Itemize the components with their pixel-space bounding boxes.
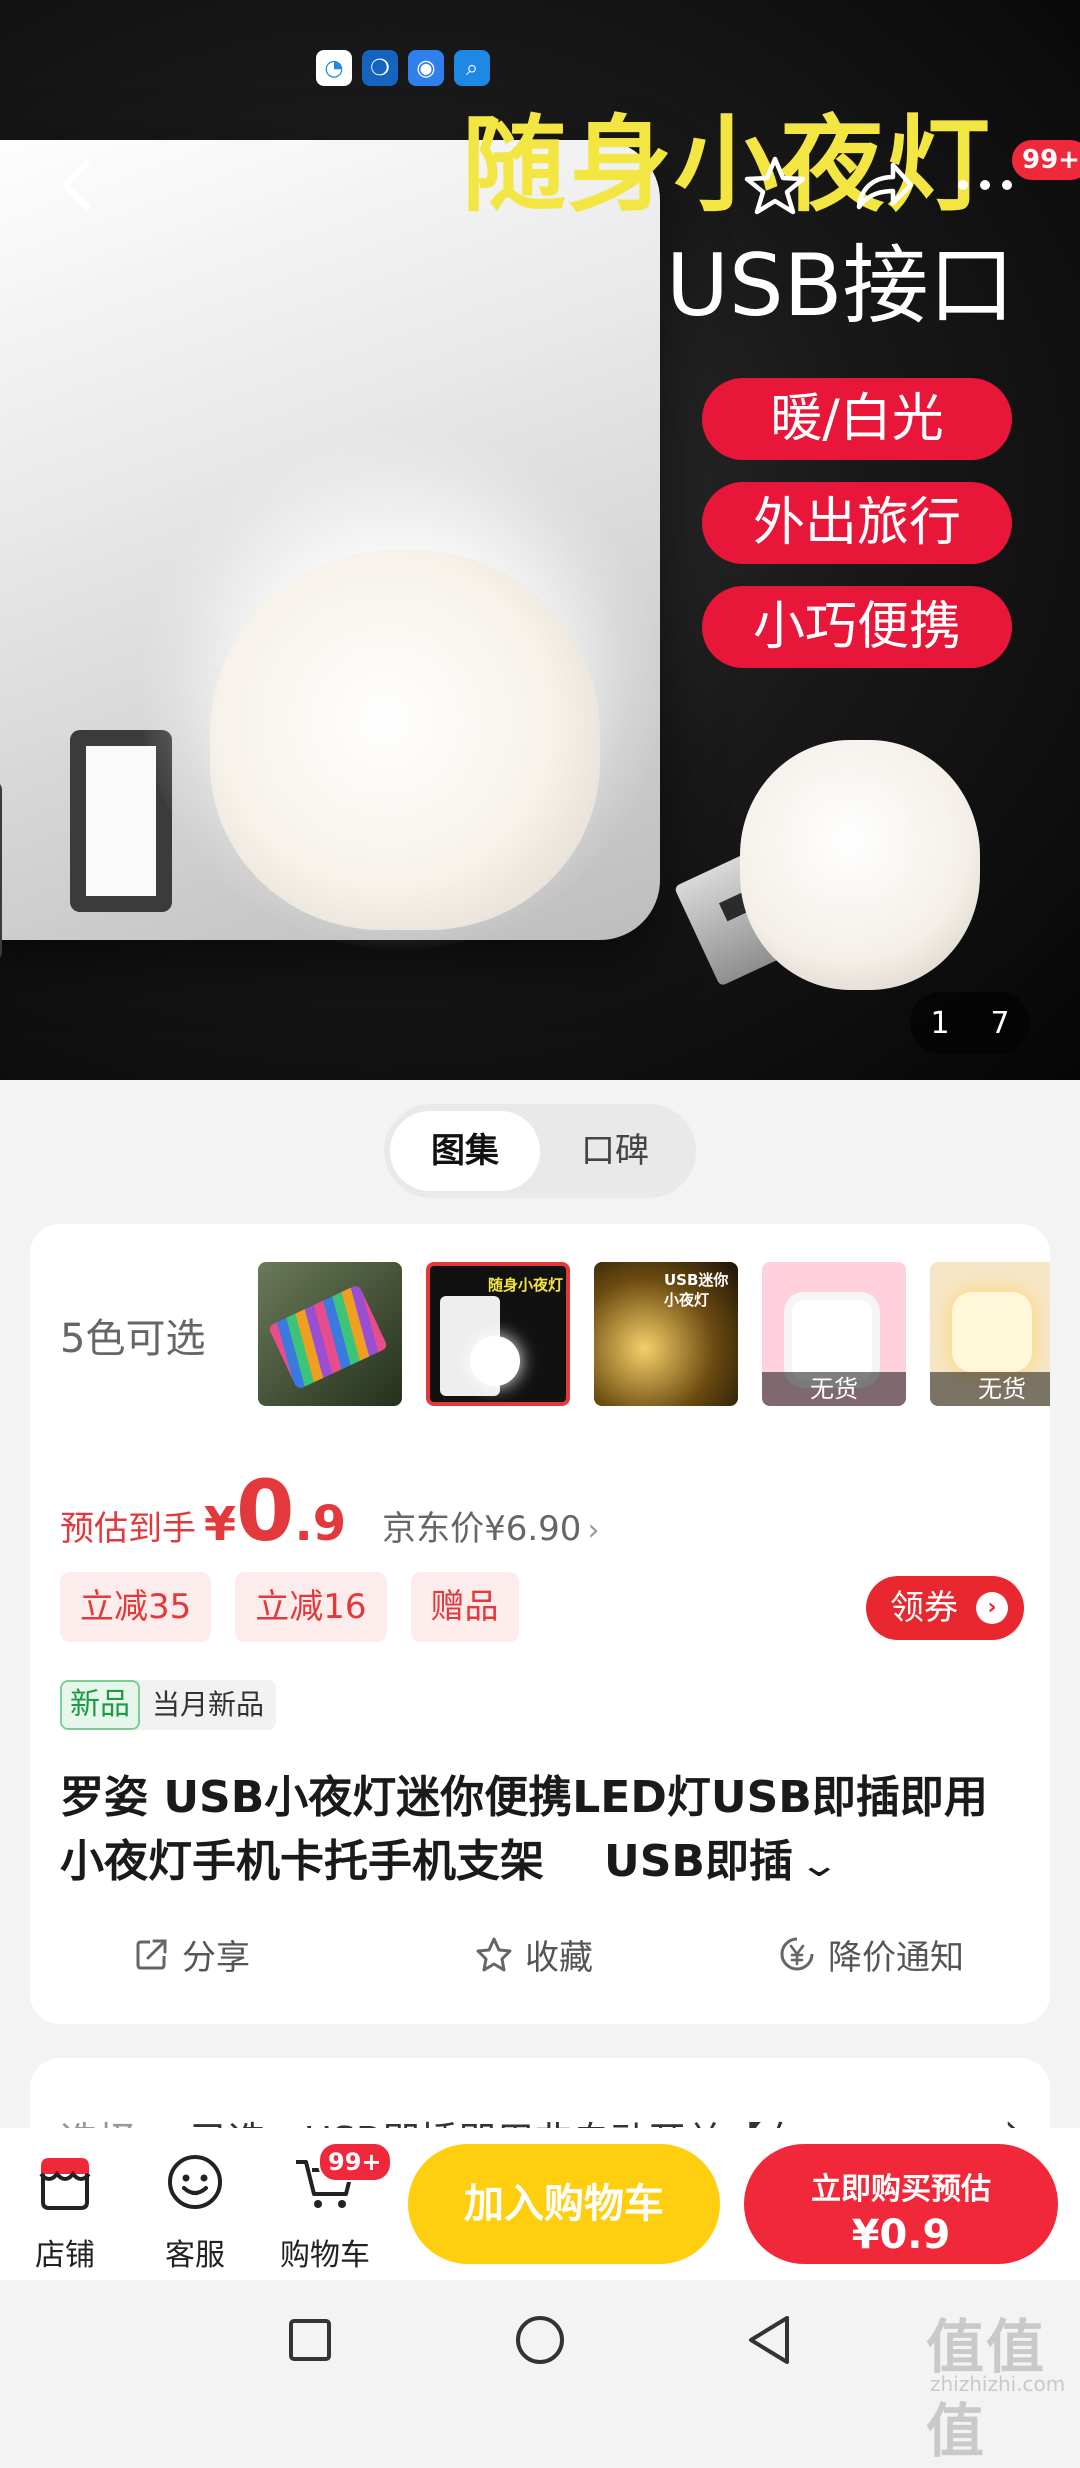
- back-nav-icon[interactable]: [740, 2310, 800, 2370]
- bottom-action-bar: 店铺 客服 购物车 99+ 加入购物车 立即购买预估 ¥0.9: [0, 2128, 1080, 2280]
- notify-label: 降价通知: [828, 1937, 964, 1978]
- cart-label: 购物车: [280, 2238, 370, 2273]
- new-product-tag: 新品 当月新品: [60, 1680, 277, 1730]
- hero-tag: 外出旅行: [702, 482, 1012, 564]
- color-thumbnails: 随身小夜灯 USB迷你 小夜灯 无货 无货: [258, 1260, 1050, 1410]
- bulb-icon: ❍: [362, 50, 398, 86]
- home-icon[interactable]: [510, 2310, 570, 2370]
- usb-port: [0, 780, 2, 962]
- coupon-tag[interactable]: 立减35: [60, 1572, 212, 1642]
- thumb-caption: USB迷你 小夜灯: [664, 1271, 729, 1309]
- star-icon: [476, 1937, 512, 1972]
- cart-count-badge: 99+: [318, 2142, 392, 2182]
- media-tab-switch: 图集 口碑: [384, 1104, 696, 1198]
- gift-tag[interactable]: 赠品: [410, 1572, 519, 1642]
- page-current: 1: [930, 1005, 950, 1041]
- sold-out-label: 无货: [930, 1372, 1050, 1406]
- store-icon: [10, 2150, 120, 2214]
- service-label: 客服: [165, 2238, 225, 2273]
- yen-circle-icon: [780, 1937, 814, 1971]
- add-to-cart-button[interactable]: 加入购物车: [408, 2144, 720, 2264]
- product-title-text: 罗姿 USB小夜灯迷你便携LED灯USB即插即用小夜灯手机卡托手机支架: [60, 1772, 988, 1887]
- page-total: 7: [990, 1005, 1010, 1041]
- watermark-url: zhizhizhi.com: [930, 2372, 1066, 2396]
- estimated-price-label: 预估到手: [60, 1509, 196, 1549]
- new-badge-text: 当月新品: [152, 1688, 265, 1721]
- hero-tag: 暖/白光: [702, 378, 1012, 460]
- thumb-caption: 随身小夜灯: [488, 1276, 564, 1294]
- share-label: 分享: [182, 1937, 250, 1978]
- customer-service-icon: [140, 2150, 250, 2214]
- currency-symbol: ¥: [204, 1497, 237, 1551]
- hero-tag: 小巧便携: [702, 586, 1012, 668]
- color-options-label[interactable]: 5色可选: [60, 1306, 205, 1364]
- globe-icon: ◉: [408, 50, 444, 86]
- more-icon[interactable]: [950, 150, 1020, 220]
- buy-now-label: 立即购买预估: [811, 2172, 991, 2207]
- product-spec: USB即插: [604, 1836, 793, 1887]
- back-icon[interactable]: [40, 150, 110, 220]
- price-decimal: .9: [294, 1496, 347, 1552]
- customer-service-button[interactable]: 客服: [140, 2150, 250, 2274]
- status-bar-icons: ◔ ❍ ◉ ⌕: [316, 50, 490, 86]
- image-page-indicator: 1 7: [910, 992, 1030, 1054]
- price-row: 预估到手 ¥ 0 .9 京东价¥6.90 ›: [60, 1462, 599, 1560]
- color-thumb[interactable]: [258, 1262, 402, 1406]
- new-badge: 新品: [60, 1680, 140, 1730]
- color-thumb[interactable]: 无货: [930, 1262, 1050, 1406]
- product-image-carousel[interactable]: 随身小夜灯 USB接口 暖/白光 外出旅行 小巧便携 ◔ ❍ ◉ ⌕ 99+ 1…: [0, 0, 1080, 1080]
- share-button[interactable]: 分享: [134, 1924, 250, 1984]
- product-actions: 分享 收藏 降价通知: [30, 1924, 1050, 1984]
- buy-now-price: ¥0.9: [851, 2212, 951, 2258]
- store-label: 店铺: [35, 2238, 95, 2273]
- color-thumb[interactable]: USB迷你 小夜灯: [594, 1262, 738, 1406]
- buy-now-button[interactable]: 立即购买预估 ¥0.9: [744, 2144, 1058, 2264]
- night-light-small: [740, 740, 980, 990]
- share-icon: [136, 1939, 167, 1970]
- price-drop-notify-button[interactable]: 降价通知: [778, 1924, 964, 1984]
- coupon-tag[interactable]: 立减16: [235, 1572, 387, 1642]
- share-icon[interactable]: [848, 150, 918, 220]
- thumb-image: [470, 1336, 520, 1386]
- favorite-label: 收藏: [525, 1937, 593, 1978]
- thumb-image: [267, 1284, 389, 1390]
- get-coupon-button[interactable]: 领券 ›: [866, 1576, 1024, 1640]
- price-integer: 0: [236, 1462, 295, 1560]
- notification-badge: 99+: [1012, 140, 1080, 180]
- jd-price-link[interactable]: 京东价¥6.90: [382, 1501, 581, 1550]
- hero-subtitle: USB接口: [666, 236, 1015, 336]
- favorite-button[interactable]: 收藏: [475, 1924, 593, 1984]
- chevron-right-icon: ›: [587, 1513, 600, 1548]
- sold-out-label: 无货: [762, 1372, 906, 1406]
- tab-reviews[interactable]: 口碑: [540, 1111, 690, 1191]
- system-navigation-bar: [0, 2280, 1080, 2400]
- night-light-bulb: [210, 550, 600, 930]
- get-coupon-label: 领券: [890, 1588, 958, 1628]
- product-title[interactable]: 罗姿 USB小夜灯迷你便携LED灯USB即插即用小夜灯手机卡托手机支架 USB即插…: [60, 1766, 1020, 1897]
- chat-icon: ◔: [316, 50, 352, 86]
- color-thumb[interactable]: 无货: [762, 1262, 906, 1406]
- store-button[interactable]: 店铺: [10, 2150, 120, 2274]
- promotion-tags: 立减35 立减16 赠品: [60, 1572, 519, 1642]
- product-info-card: 5色可选 随身小夜灯 USB迷你 小夜灯 无货 无货 预估到手 ¥ 0 .9 京东…: [30, 1224, 1050, 2024]
- star-icon[interactable]: [740, 150, 810, 220]
- chevron-down-icon: ⌄: [797, 1845, 841, 1885]
- color-thumb-selected[interactable]: 随身小夜灯: [426, 1262, 570, 1406]
- search-icon: ⌕: [454, 50, 490, 86]
- recent-apps-icon[interactable]: [280, 2310, 340, 2370]
- tab-gallery[interactable]: 图集: [390, 1111, 540, 1191]
- thumb-image: [952, 1292, 1032, 1372]
- chevron-right-icon: ›: [976, 1592, 1008, 1624]
